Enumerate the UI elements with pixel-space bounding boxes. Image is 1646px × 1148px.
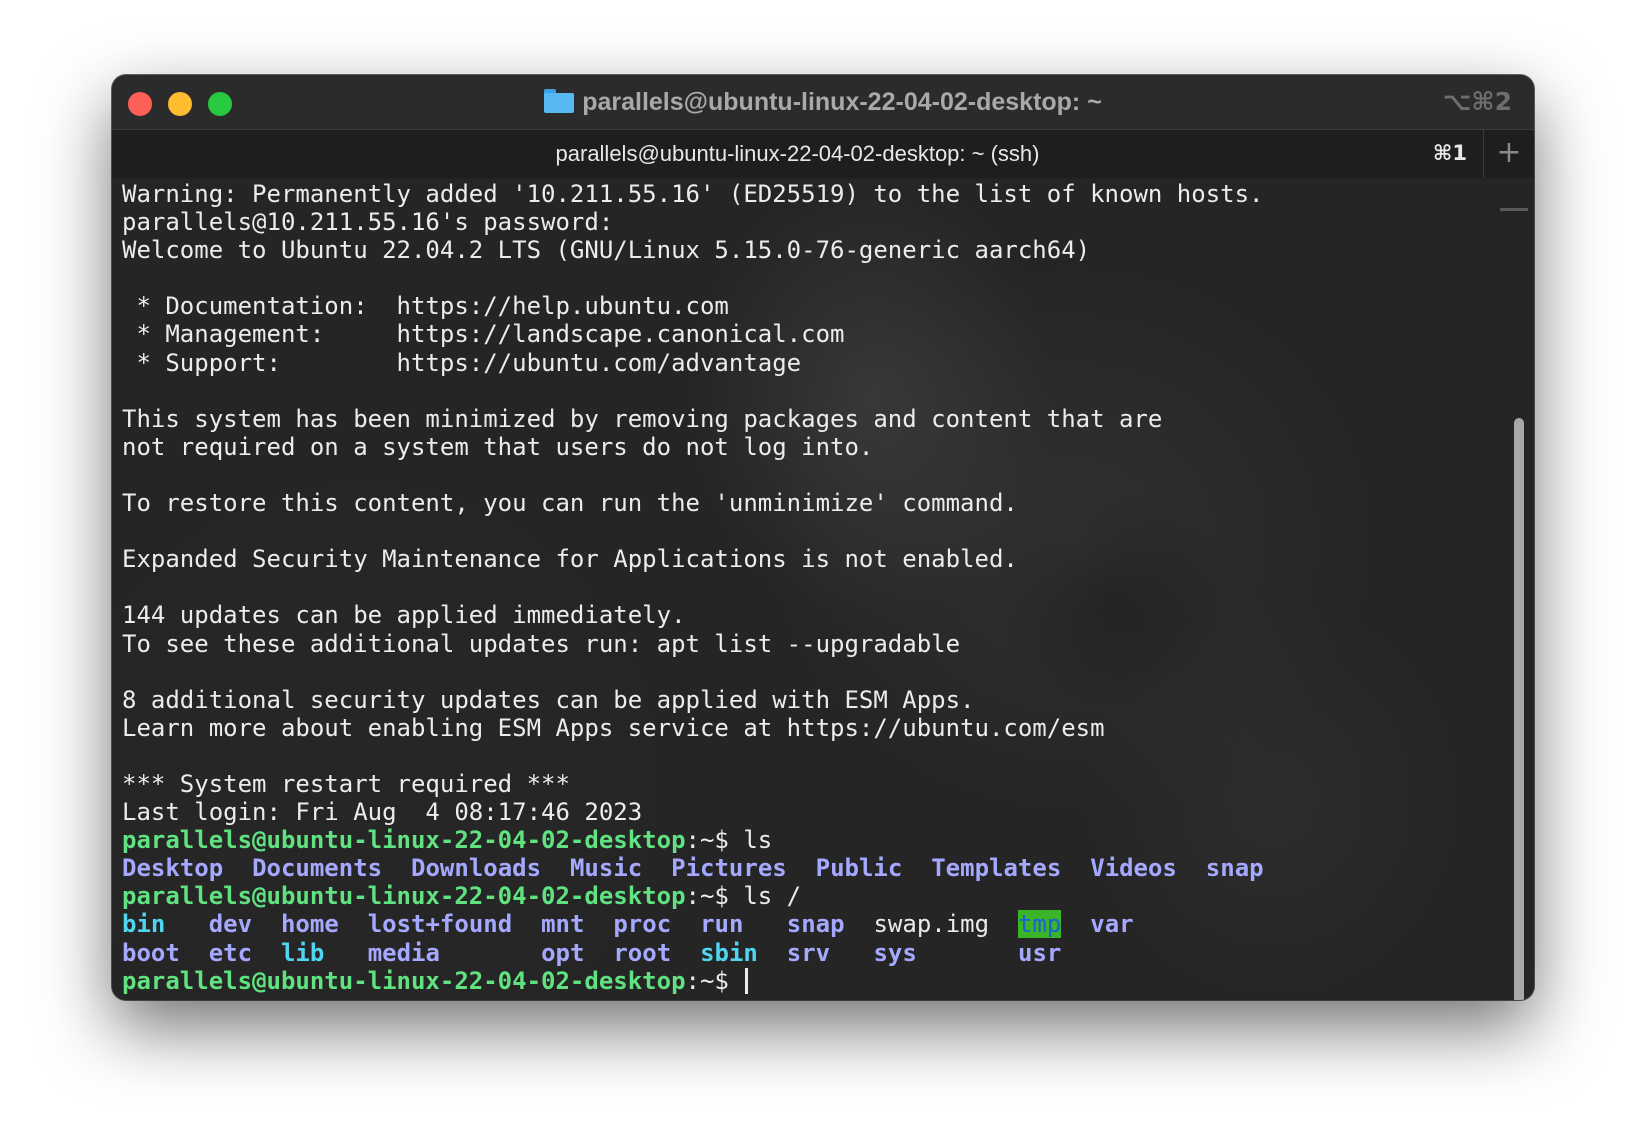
listing-entry: etc	[208, 938, 253, 967]
text-cursor	[745, 967, 749, 994]
command-text: ls /	[743, 882, 802, 911]
tab-label: parallels@ubuntu-linux-22-04-02-desktop:…	[555, 141, 1040, 166]
listing-entry: srv	[786, 938, 831, 967]
listing-entry: swap.img	[873, 910, 990, 939]
listing-entry: bin	[122, 910, 166, 939]
terminal-line: 144 updates can be applied immediately.	[122, 601, 686, 630]
listing-entry: Templates	[931, 854, 1062, 883]
listing-entry: dev	[208, 910, 253, 939]
listing-entry: snap	[786, 910, 845, 939]
folder-icon[interactable]	[544, 89, 575, 113]
listing-entry: Public	[815, 854, 903, 883]
listing-entry: root	[613, 938, 672, 967]
listing-entry: Desktop	[122, 854, 224, 883]
scrollbar-thumb[interactable]	[1514, 418, 1524, 1000]
listing-entry: lost+found	[367, 910, 513, 939]
listing-entry: boot	[122, 938, 180, 967]
scroll-top-marker	[1500, 208, 1528, 211]
listing-entry: media	[367, 938, 440, 967]
prompt-user-host: parallels@ubuntu-linux-22-04-02-desktop	[122, 826, 686, 855]
terminal-line: To restore this content, you can run the…	[122, 489, 1018, 518]
prompt-line: parallels@ubuntu-linux-22-04-02-desktop:…	[122, 882, 1494, 910]
terminal-line: not required on a system that users do n…	[122, 432, 874, 461]
listing-entry: Pictures	[671, 854, 787, 883]
listing-entry: Videos	[1090, 854, 1177, 883]
listing-entry: run	[700, 910, 744, 939]
listing-entry: mnt	[541, 910, 585, 939]
listing-entry: Documents	[252, 854, 383, 883]
window-title-text: parallels@ubuntu-linux-22-04-02-desktop:…	[582, 88, 1102, 116]
prompt-line: parallels@ubuntu-linux-22-04-02-desktop:…	[122, 826, 1494, 854]
prompt-line: parallels@ubuntu-linux-22-04-02-desktop:…	[122, 967, 1494, 995]
terminal-line: Welcome to Ubuntu 22.04.2 LTS (GNU/Linux…	[122, 236, 1091, 265]
terminal-content[interactable]: Warning: Permanently added '10.211.55.16…	[112, 178, 1534, 1000]
prompt-suffix: :~$	[685, 826, 744, 855]
prompt-user-host: parallels@ubuntu-linux-22-04-02-desktop	[122, 966, 686, 995]
terminal-line: *** System restart required ***	[122, 769, 570, 798]
window-title: parallels@ubuntu-linux-22-04-02-desktop:…	[112, 88, 1534, 117]
listing-entry: var	[1090, 910, 1134, 939]
root-listing-row: boot etc lib media opt root sbin srv sys…	[122, 939, 1494, 967]
listing-entry: sys	[873, 938, 917, 967]
listing-entry: home	[280, 910, 339, 939]
listing-entry: proc	[613, 910, 672, 939]
listing-entry: opt	[541, 938, 585, 967]
terminal-line: 8 additional security updates can be app…	[122, 685, 975, 714]
scrollbar-track[interactable]	[1500, 178, 1528, 1000]
listing-entry: snap	[1205, 854, 1264, 883]
terminal-line: To see these additional updates run: apt…	[122, 629, 961, 658]
listing-entry: Downloads	[411, 854, 542, 883]
tab-bar: parallels@ubuntu-linux-22-04-02-desktop:…	[112, 129, 1534, 179]
prompt-user-host: parallels@ubuntu-linux-22-04-02-desktop	[122, 882, 686, 911]
root-listing-row: bin dev home lost+found mnt proc run sna…	[122, 910, 1494, 939]
command-text: ls	[743, 826, 773, 855]
terminal-line: * Documentation: https://help.ubuntu.com	[122, 292, 729, 321]
terminal-line: parallels@10.211.55.16's password:	[122, 208, 614, 237]
prompt-suffix: :~$	[685, 966, 744, 995]
listing-entry: lib	[280, 938, 325, 967]
tab-shortcut: ⌘1	[1432, 141, 1467, 165]
terminal-line: * Support: https://ubuntu.com/advantage	[122, 348, 802, 377]
terminal-output[interactable]: Warning: Permanently added '10.211.55.16…	[122, 180, 1494, 995]
terminal-line: This system has been minimized by removi…	[122, 404, 1163, 433]
listing-entry: Music	[569, 854, 643, 883]
terminal-line: * Management: https://landscape.canonica…	[122, 320, 845, 349]
home-listing: Desktop Documents Downloads Music Pictur…	[122, 854, 1494, 882]
prompt-suffix: :~$	[685, 882, 744, 911]
window-shortcut-label: ⌥⌘2	[1442, 87, 1512, 116]
tab-ssh-session[interactable]: parallels@ubuntu-linux-22-04-02-desktop:…	[112, 130, 1484, 178]
listing-entry: tmp	[1017, 910, 1062, 939]
title-bar[interactable]: parallels@ubuntu-linux-22-04-02-desktop:…	[112, 75, 1534, 129]
terminal-line: Warning: Permanently added '10.211.55.16…	[122, 180, 1264, 208]
listing-entry: sbin	[700, 938, 758, 967]
new-tab-button[interactable]: +	[1484, 130, 1534, 178]
listing-entry: usr	[1018, 938, 1062, 967]
terminal-window: parallels@ubuntu-linux-22-04-02-desktop:…	[112, 75, 1534, 1000]
terminal-line: Last login: Fri Aug 4 08:17:46 2023	[122, 798, 643, 827]
terminal-line: Expanded Security Maintenance for Applic…	[122, 545, 1018, 574]
terminal-line: Learn more about enabling ESM Apps servi…	[122, 713, 1105, 742]
